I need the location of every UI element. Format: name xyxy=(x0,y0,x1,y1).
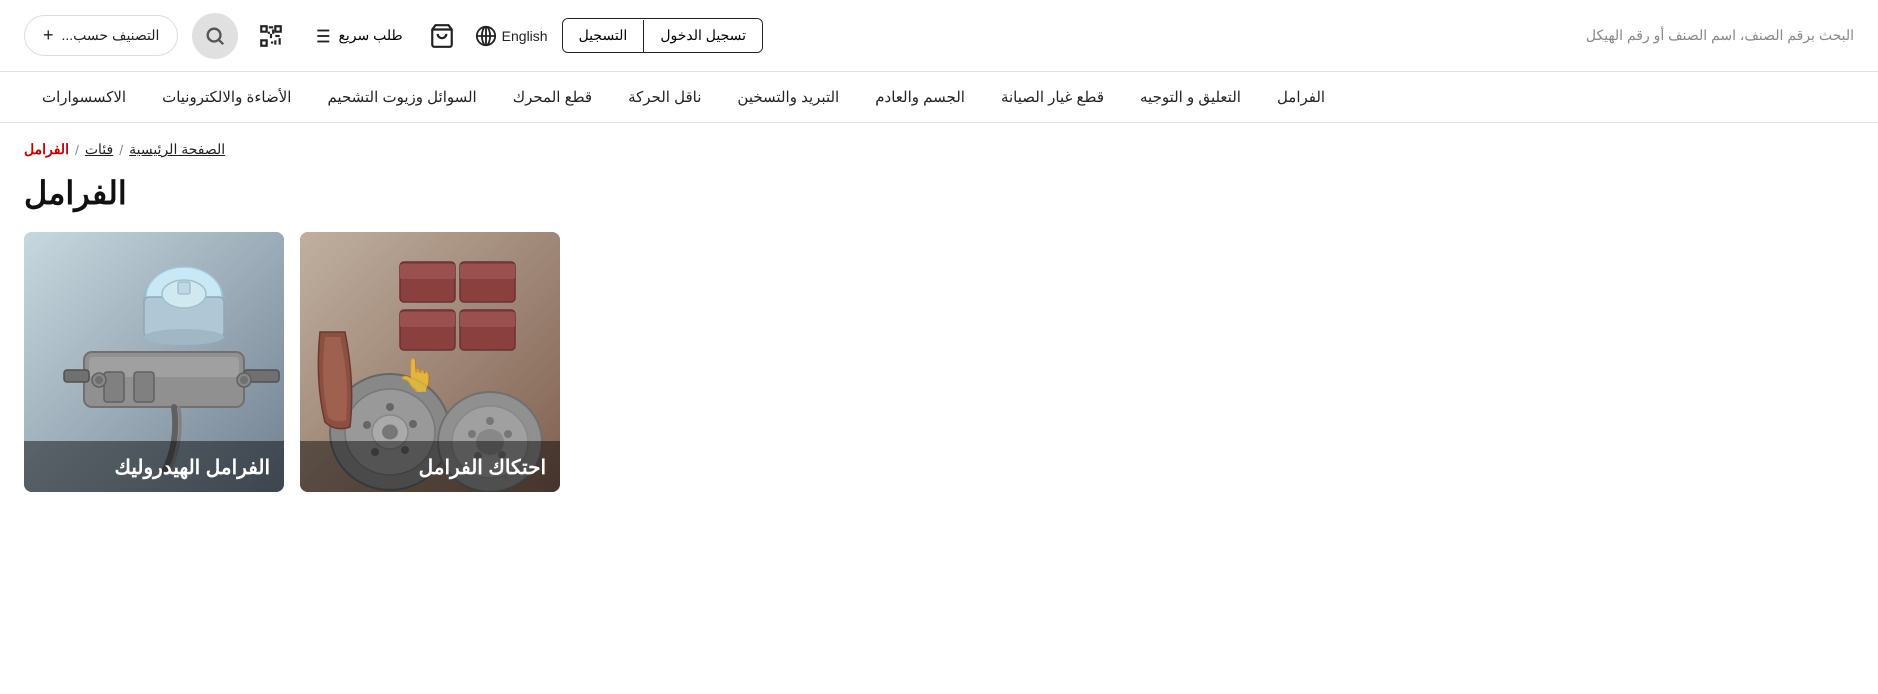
register-button[interactable]: التسجيل xyxy=(563,19,644,52)
nav-item-cooling[interactable]: التبريد والتسخين xyxy=(719,72,857,122)
header-left: البحث برقم الصنف، اسم الصنف أو رقم الهيك… xyxy=(1586,27,1854,44)
category-card-friction[interactable]: 👆 احتكاك الفرامل xyxy=(300,232,560,492)
list-icon xyxy=(310,25,332,47)
nav-item-accessories[interactable]: الاكسسوارات xyxy=(24,72,144,122)
search-button[interactable] xyxy=(192,13,238,59)
classify-button[interactable]: التصنيف حسب... + xyxy=(24,15,178,56)
breadcrumb-home[interactable]: الصفحة الرئيسية xyxy=(129,141,225,158)
breadcrumb: الصفحة الرئيسية / فئات / الفرامل xyxy=(0,123,1878,164)
cart-button[interactable] xyxy=(423,17,461,55)
header: البحث برقم الصنف، اسم الصنف أو رقم الهيك… xyxy=(0,0,1878,72)
nav-item-fluids[interactable]: السوائل وزيوت التشحيم xyxy=(309,72,494,122)
nav-item-maintenance[interactable]: قطع غيار الصيانة xyxy=(983,72,1122,122)
nav-item-suspension[interactable]: التعليق و التوجيه xyxy=(1122,72,1259,122)
nav-item-electrical[interactable]: الأضاءة والالكترونيات xyxy=(144,72,309,122)
globe-icon xyxy=(475,25,497,47)
breadcrumb-sep1: / xyxy=(119,142,123,158)
header-right: تسجيل الدخول التسجيل English طلب سري xyxy=(24,13,763,59)
login-button[interactable]: تسجيل الدخول xyxy=(644,19,762,52)
classify-plus-icon: + xyxy=(43,25,54,46)
breadcrumb-current: الفرامل xyxy=(24,141,69,158)
search-icon xyxy=(204,25,226,47)
nav-item-transmission[interactable]: ناقل الحركة xyxy=(610,72,719,122)
cart-icon xyxy=(429,23,455,49)
category-cards-area: 👆 احتكاك الفرامل xyxy=(0,232,1878,522)
classify-label: التصنيف حسب... xyxy=(62,27,160,44)
scan-button[interactable] xyxy=(252,17,290,55)
page-title-area: الفرامل xyxy=(0,164,1878,232)
main-nav: الفرامل التعليق و التوجيه قطع غيار الصيا… xyxy=(0,72,1878,123)
breadcrumb-categories[interactable]: فئات xyxy=(85,141,113,158)
nav-item-engine[interactable]: قطع المحرك xyxy=(495,72,610,122)
card-label-friction: احتكاك الفرامل xyxy=(300,441,560,492)
language-label: English xyxy=(502,28,548,44)
page-title: الفرامل xyxy=(24,174,127,212)
search-placeholder-text: البحث برقم الصنف، اسم الصنف أو رقم الهيك… xyxy=(1586,27,1854,44)
category-card-hydraulic[interactable]: الفرامل الهيدروليك xyxy=(24,232,284,492)
quick-order-button[interactable]: طلب سريع xyxy=(304,19,408,53)
auth-buttons-group: تسجيل الدخول التسجيل xyxy=(562,18,763,53)
nav-item-brakes[interactable]: الفرامل xyxy=(1259,72,1343,122)
quick-order-label: طلب سريع xyxy=(338,27,402,44)
scan-icon xyxy=(258,23,284,49)
nav-item-body[interactable]: الجسم والعادم xyxy=(857,72,983,122)
card-label-hydraulic: الفرامل الهيدروليك xyxy=(24,441,284,492)
breadcrumb-sep2: / xyxy=(75,142,79,158)
language-selector[interactable]: English xyxy=(475,25,548,47)
auth-divider xyxy=(643,20,644,52)
